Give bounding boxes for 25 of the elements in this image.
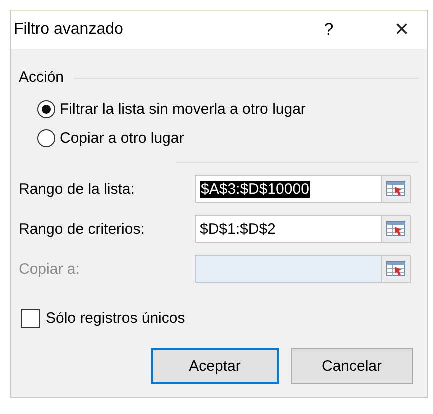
radio-button[interactable] xyxy=(37,100,56,119)
field-label: Rango de criterios: xyxy=(19,220,146,238)
checkbox[interactable] xyxy=(21,309,40,328)
dialog-button[interactable]: Aceptar xyxy=(151,348,279,384)
close-button[interactable]: × xyxy=(387,16,417,44)
field-value: $A$3:$D$10000 xyxy=(200,180,310,198)
radio-label[interactable]: Copiar a otro lugar xyxy=(60,130,184,147)
range-picker-icon xyxy=(386,261,406,277)
field-label: Rango de la lista: xyxy=(19,180,136,198)
field-label: Copiar a: xyxy=(19,260,81,278)
range-picker-button[interactable] xyxy=(381,175,411,203)
dialog-button[interactable]: Cancelar xyxy=(291,348,413,384)
range-picker-button[interactable] xyxy=(381,255,411,283)
checkbox-label[interactable]: Sólo registros únicos xyxy=(46,310,186,327)
field-value: $D$1:$D$2 xyxy=(200,220,276,238)
input-field[interactable]: $A$3:$D$10000 xyxy=(195,175,381,203)
group-label: Acción xyxy=(19,69,64,86)
input-field[interactable]: $D$1:$D$2 xyxy=(195,215,381,243)
window-title: Filtro avanzado xyxy=(14,21,124,39)
radio-label[interactable]: Filtrar la lista sin moverla a otro lugar xyxy=(60,101,306,118)
range-picker-icon xyxy=(386,221,406,237)
range-picker-button[interactable] xyxy=(381,215,411,243)
radio-button[interactable] xyxy=(37,129,56,148)
help-button[interactable]: ? xyxy=(315,20,343,40)
range-picker-icon xyxy=(386,181,406,197)
